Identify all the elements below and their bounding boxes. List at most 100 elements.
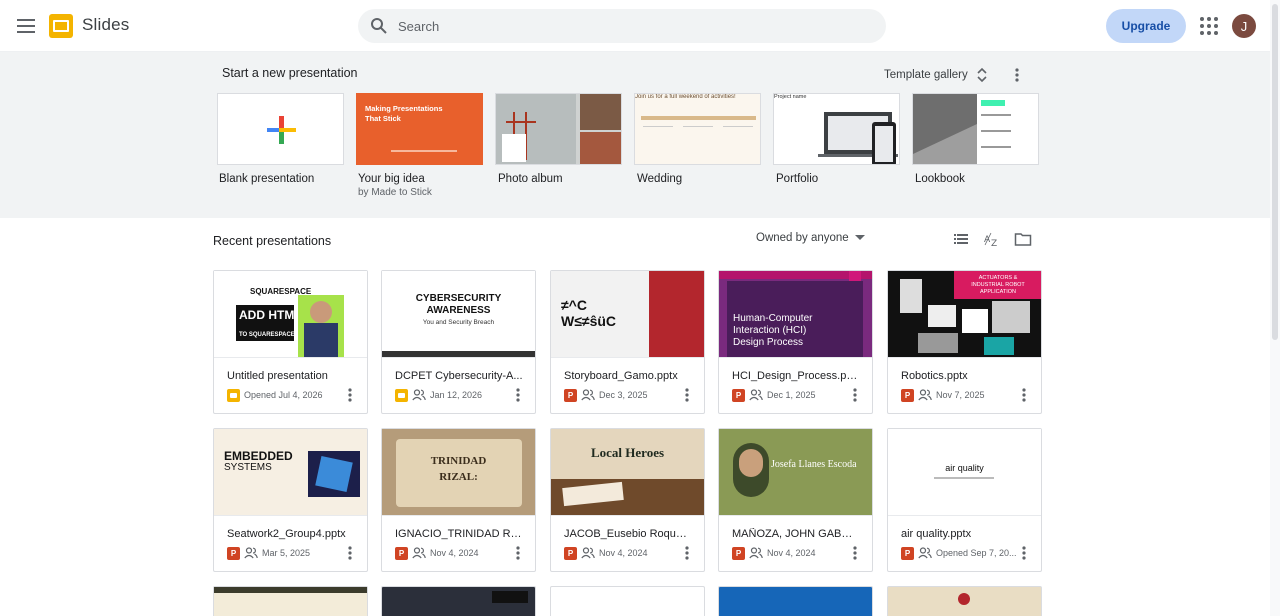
thumb-photo (739, 449, 763, 477)
doc-thumbnail[interactable]: Human-Computer Interaction (HCI) Design … (719, 271, 872, 358)
doc-card[interactable] (887, 586, 1042, 616)
doc-title[interactable]: Seatwork2_Group4.pptx (227, 528, 355, 540)
thumb-text: You and Security Breach (422, 319, 495, 326)
thumb-photo (984, 337, 1014, 355)
doc-card[interactable]: EMBEDDED SYSTEMS Seatwork2_Group4.pptx P… (213, 428, 368, 572)
thumb-photo (315, 456, 353, 492)
doc-thumbnail[interactable]: Josefa Llanes Escoda (719, 429, 872, 516)
slides-logo-icon[interactable] (48, 13, 74, 39)
template-label[interactable]: Your big idea (358, 173, 425, 185)
thumb-rule (391, 150, 457, 152)
shared-people-icon (581, 389, 595, 401)
doc-card[interactable]: ACTUATORS & INDUSTRIAL ROBOT APPLICATION… (887, 270, 1042, 414)
doc-title[interactable]: Robotics.pptx (901, 370, 1029, 382)
doc-more-icon[interactable] (344, 545, 356, 561)
doc-card[interactable]: Human-Computer Interaction (HCI) Design … (718, 270, 873, 414)
more-options-icon[interactable] (1010, 64, 1024, 86)
powerpoint-file-icon: P (564, 388, 577, 402)
thumb-text: EMBEDDED (224, 449, 293, 463)
thumb-col (643, 126, 673, 154)
app-title[interactable]: Slides (82, 15, 130, 35)
doc-more-icon[interactable] (1018, 545, 1030, 561)
main-menu-icon[interactable] (14, 14, 38, 38)
doc-more-icon[interactable] (849, 545, 861, 561)
doc-card[interactable] (550, 586, 705, 616)
template-wedding[interactable]: Join us for a full weekend of activities… (634, 93, 761, 165)
shared-people-icon (918, 389, 932, 401)
template-gallery-button[interactable]: Template gallery (884, 64, 988, 86)
doc-thumbnail[interactable]: Local Heroes (551, 429, 704, 516)
doc-date: Nov 4, 2024 (599, 548, 648, 558)
doc-card[interactable]: SQUARESPACE ADD HTML TO SQUARESPACE Unti… (213, 270, 368, 414)
doc-card[interactable]: ≠^C W≤≠ŝüC Storyboard_Gamo.pptx P Dec 3,… (550, 270, 705, 414)
template-blank[interactable] (217, 93, 344, 165)
thumb-text: RIZAL: (439, 471, 478, 483)
doc-title[interactable]: MAÑOZA, JOHN GABRIEL... (732, 528, 860, 540)
google-slides-file-icon (227, 388, 240, 402)
doc-more-icon[interactable] (512, 387, 524, 403)
template-big-idea[interactable]: Making Presentations That Stick (356, 93, 483, 165)
upgrade-button[interactable]: Upgrade (1106, 9, 1186, 43)
account-avatar[interactable]: J (1232, 14, 1256, 38)
template-label[interactable]: Lookbook (915, 173, 965, 185)
thumb-block (649, 271, 704, 357)
doc-thumbnail[interactable]: TRINIDAD RIZAL: (382, 429, 535, 516)
thumb-text: CYBERSECURITY (415, 293, 502, 304)
thumb-text: Making Presentations That Stick (365, 104, 443, 123)
template-label[interactable]: Blank presentation (219, 173, 314, 185)
template-label[interactable]: Portfolio (776, 173, 818, 185)
template-lookbook[interactable] (912, 93, 1039, 165)
list-view-icon[interactable] (952, 230, 970, 248)
thumb-text: Josefa Llanes Escoda (771, 459, 857, 470)
thumb-footer (382, 351, 535, 357)
doc-card[interactable] (381, 586, 536, 616)
doc-meta: Opened Jul 4, 2026 (227, 388, 323, 402)
apps-grid-icon[interactable] (1199, 16, 1219, 36)
doc-thumbnail[interactable]: CYBERSECURITY AWARENESS You and Security… (382, 271, 535, 358)
powerpoint-file-icon: P (901, 546, 914, 560)
devices-thumb-icon (818, 112, 898, 164)
doc-more-icon[interactable] (681, 545, 693, 561)
doc-title[interactable]: Untitled presentation (227, 370, 355, 382)
doc-card[interactable] (213, 586, 368, 616)
template-photo-album[interactable] (495, 93, 622, 165)
doc-more-icon[interactable] (512, 545, 524, 561)
doc-card[interactable]: air quality air quality.pptx P Opened Se… (887, 428, 1042, 572)
powerpoint-file-icon: P (395, 546, 408, 560)
template-label[interactable]: Wedding (637, 173, 682, 185)
doc-title[interactable]: Storyboard_Gamo.pptx (564, 370, 692, 382)
doc-card[interactable]: Josefa Llanes Escoda MAÑOZA, JOHN GABRIE… (718, 428, 873, 572)
template-section: Start a new presentation Template galler… (0, 52, 1270, 218)
doc-thumbnail[interactable]: EMBEDDED SYSTEMS (214, 429, 367, 516)
doc-title[interactable]: air quality.pptx (901, 528, 1029, 540)
search-icon[interactable] (370, 17, 388, 35)
doc-title[interactable]: DCPET Cybersecurity-A... (395, 370, 523, 382)
owner-filter-dropdown[interactable]: Owned by anyone (756, 232, 865, 244)
doc-title[interactable]: HCI_Design_Process.pptx (732, 370, 860, 382)
template-portfolio[interactable]: Project name (773, 93, 900, 165)
doc-card[interactable]: CYBERSECURITY AWARENESS You and Security… (381, 270, 536, 414)
thumb-photo (962, 309, 988, 333)
doc-thumbnail[interactable]: ≠^C W≤≠ŝüC (551, 271, 704, 358)
doc-more-icon[interactable] (849, 387, 861, 403)
doc-card[interactable]: Local Heroes JACOB_Eusebio Roque.p... P … (550, 428, 705, 572)
doc-title[interactable]: JACOB_Eusebio Roque.p... (564, 528, 692, 540)
doc-title[interactable]: IGNACIO_TRINIDAD RIZA... (395, 528, 523, 540)
doc-thumbnail[interactable]: air quality (888, 429, 1041, 516)
template-label[interactable]: Photo album (498, 173, 563, 185)
doc-card[interactable]: TRINIDAD RIZAL: IGNACIO_TRINIDAD RIZA...… (381, 428, 536, 572)
doc-card[interactable] (718, 586, 873, 616)
google-slides-file-icon (395, 388, 408, 402)
search-input[interactable] (398, 15, 868, 37)
doc-date: Nov 7, 2025 (936, 390, 985, 400)
thumb-text: Human-Computer (733, 313, 813, 324)
folder-icon[interactable] (1014, 230, 1032, 248)
doc-more-icon[interactable] (681, 387, 693, 403)
scrollbar-thumb[interactable] (1272, 4, 1278, 340)
doc-thumbnail[interactable]: ACTUATORS & INDUSTRIAL ROBOT APPLICATION (888, 271, 1041, 358)
doc-more-icon[interactable] (344, 387, 356, 403)
doc-thumbnail[interactable]: SQUARESPACE ADD HTML TO SQUARESPACE (214, 271, 367, 358)
search-bar[interactable] (358, 9, 886, 43)
sort-az-icon[interactable]: AZ (983, 230, 1001, 249)
doc-more-icon[interactable] (1018, 387, 1030, 403)
